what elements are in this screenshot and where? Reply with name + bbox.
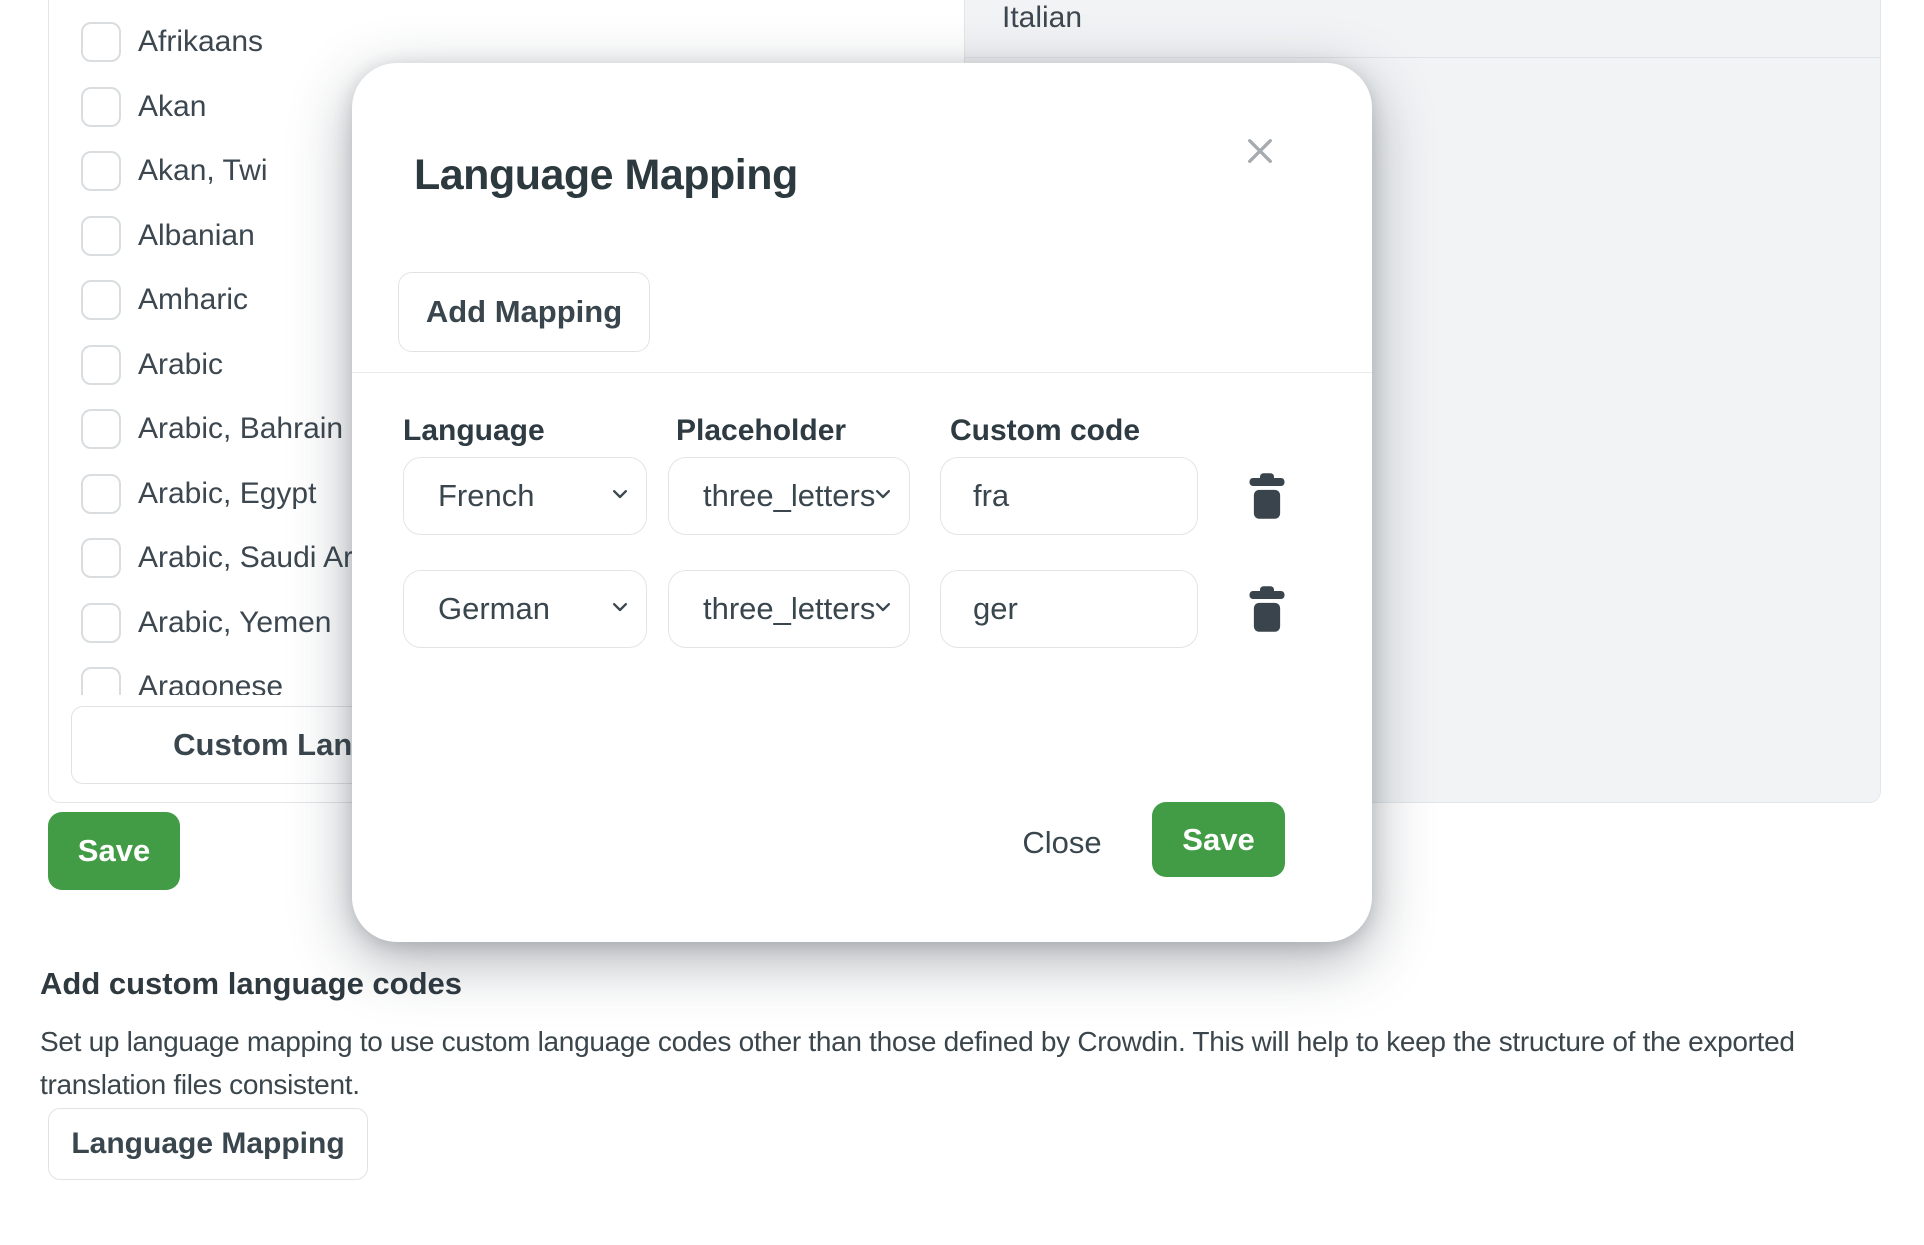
selected-language-divider — [965, 57, 1880, 58]
language-select[interactable]: German — [403, 570, 647, 648]
language-checkbox[interactable] — [81, 474, 121, 514]
selected-language-italian[interactable]: Italian — [1002, 1, 1082, 35]
language-checkbox[interactable] — [81, 280, 121, 320]
language-checkbox[interactable] — [81, 87, 121, 127]
section-heading: Add custom language codes — [40, 966, 462, 1002]
language-checkbox[interactable] — [81, 667, 121, 695]
chevron-down-icon — [869, 480, 897, 513]
page-save-button[interactable]: Save — [48, 812, 180, 890]
delete-mapping-button[interactable] — [1242, 457, 1292, 535]
custom-code-input[interactable] — [940, 570, 1198, 648]
chevron-down-icon — [606, 480, 634, 513]
delete-mapping-button[interactable] — [1242, 570, 1292, 648]
placeholder-select[interactable]: three_letters — [668, 457, 910, 535]
modal-title: Language Mapping — [414, 151, 798, 200]
language-checkbox[interactable] — [81, 409, 121, 449]
language-checkbox[interactable] — [81, 538, 121, 578]
modal-close-button[interactable]: Close — [1002, 820, 1122, 866]
column-header-custom-code: Custom code — [950, 414, 1140, 448]
language-checkbox[interactable] — [81, 151, 121, 191]
column-header-language: Language — [403, 414, 545, 448]
placeholder-select[interactable]: three_letters — [668, 570, 910, 648]
add-mapping-button[interactable]: Add Mapping — [398, 272, 650, 352]
section-description: Set up language mapping to use custom la… — [40, 1020, 1845, 1106]
language-checkbox[interactable] — [81, 22, 121, 62]
language-checkbox[interactable] — [81, 603, 121, 643]
chevron-down-icon — [869, 593, 897, 626]
close-icon[interactable] — [1240, 131, 1280, 171]
column-header-placeholder: Placeholder — [676, 414, 846, 448]
modal-divider — [352, 372, 1372, 373]
trash-icon — [1246, 472, 1288, 520]
language-checkbox[interactable] — [81, 216, 121, 256]
language-checkbox[interactable] — [81, 345, 121, 385]
language-mapping-button[interactable]: Language Mapping — [48, 1108, 368, 1180]
page: Italian Afrikaans Akan Akan, Twi Albania… — [0, 0, 1924, 1245]
chevron-down-icon — [606, 593, 634, 626]
custom-code-input[interactable] — [940, 457, 1198, 535]
trash-icon — [1246, 585, 1288, 633]
language-mapping-modal: Language Mapping Add Mapping Language Pl… — [352, 63, 1372, 942]
language-select[interactable]: French — [403, 457, 647, 535]
modal-save-button[interactable]: Save — [1152, 802, 1285, 877]
